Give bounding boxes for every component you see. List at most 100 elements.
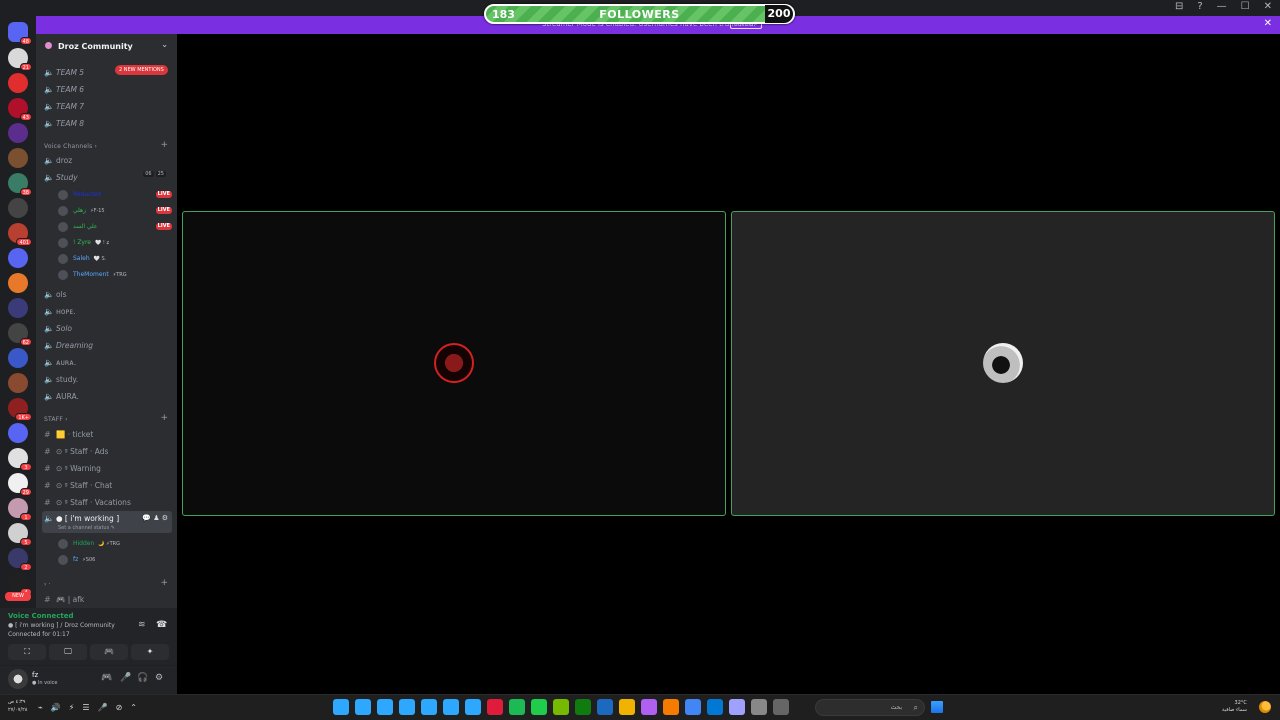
soundboard-button[interactable]: ✦	[131, 644, 169, 660]
server-icon[interactable]: 38	[8, 173, 32, 196]
taskbar-app-icon[interactable]	[751, 699, 767, 715]
taskbar-app-icon[interactable]	[531, 699, 547, 715]
server-icon[interactable]	[8, 298, 28, 318]
close-button[interactable]: ✕	[1264, 1, 1272, 12]
taskbar-app-icon[interactable]	[377, 699, 393, 715]
server-icon[interactable]: 29	[8, 473, 32, 496]
server-icon[interactable]	[8, 423, 28, 443]
add-staff-channel-icon[interactable]: +	[160, 413, 168, 423]
taskbar-app-icon[interactable]	[553, 699, 569, 715]
taskbar-app-icon[interactable]	[509, 699, 525, 715]
taskbar-app-icon[interactable]	[641, 699, 657, 715]
taskbar-app-icon[interactable]	[773, 699, 789, 715]
server-icon[interactable]: 401	[8, 223, 32, 246]
tray-icon[interactable]: ⌁	[38, 703, 43, 712]
voice-channel[interactable]: 🔈 Dreaming	[42, 337, 172, 353]
text-channel[interactable]: # ⊙ ᵍ Staff · Vacations	[42, 494, 172, 510]
channel-study[interactable]: 🔈 Study 06 25	[42, 169, 172, 185]
tray-icon[interactable]: ☰	[82, 703, 89, 712]
server-icon[interactable]	[8, 273, 28, 293]
server-icon[interactable]: 2	[8, 548, 32, 571]
text-channel[interactable]: # 🟨 · ticket	[42, 426, 172, 442]
voice-channel[interactable]: 🔈 ʜᴏᴘᴇ.	[42, 303, 172, 319]
voice-user[interactable]: fz ⚡S06	[58, 552, 172, 567]
voice-connected-title[interactable]: Voice Connected	[8, 612, 74, 620]
activities-button[interactable]: 🎮	[90, 644, 128, 660]
voice-user[interactable]: ! Zyre 🤍 ! ʑ	[58, 235, 172, 250]
server-icon[interactable]: 1K+	[8, 398, 32, 421]
participant-tile[interactable]	[731, 211, 1275, 516]
voice-channel[interactable]: 🔈 study.	[42, 371, 172, 387]
server-icon[interactable]: 5	[8, 523, 32, 546]
taskbar-app-icon[interactable]	[685, 699, 701, 715]
category-voice-channels[interactable]: Voice Channels ›	[44, 143, 97, 150]
server-icon[interactable]: 21	[8, 48, 32, 71]
voice-user[interactable]: زهلي ⚡F-15 LIVE	[58, 203, 172, 218]
taskbar-app-icon[interactable]	[729, 699, 745, 715]
server-icon[interactable]	[8, 73, 28, 93]
maximize-button[interactable]: ☐	[1241, 1, 1250, 12]
avatar[interactable]	[8, 669, 28, 689]
server-icon[interactable]	[8, 123, 28, 143]
screen-share-button[interactable]: 🖵	[49, 644, 87, 660]
taskbar-app-icon[interactable]	[619, 699, 635, 715]
voice-user[interactable]: Saleh 🤍 S.	[58, 251, 172, 266]
participant-tile[interactable]	[182, 211, 726, 516]
voice-channel[interactable]: 🔈 ᴀᴜʀᴀ.	[42, 354, 172, 370]
voice-user[interactable]: TheMoment ⚡TRG	[58, 267, 172, 282]
noise-suppression-icon[interactable]: ≋	[138, 620, 146, 630]
server-icon[interactable]	[8, 373, 28, 393]
taskbar-app-icon[interactable]	[421, 699, 437, 715]
server-icon[interactable]: 3	[8, 448, 32, 471]
category-misc[interactable]: › ·	[44, 581, 51, 588]
server-icon[interactable]	[8, 348, 28, 368]
channel-droz[interactable]: 🔈 droz	[42, 152, 172, 168]
server-icon[interactable]: 43	[8, 98, 32, 121]
game-icon[interactable]: 🎮	[101, 673, 112, 683]
username[interactable]: fz	[32, 671, 38, 679]
server-header[interactable]: Droz Community ⌄	[36, 34, 177, 58]
text-channel[interactable]: # ⊙ ᵍ Warning	[42, 460, 172, 476]
tray-icon[interactable]: ⌃	[130, 703, 137, 712]
add-misc-channel-icon[interactable]: +	[160, 578, 168, 588]
voice-user[interactable]: علي السد LIVE	[58, 219, 172, 234]
server-icon[interactable]: 4	[8, 573, 32, 596]
headphones-icon[interactable]: 🎧	[137, 673, 148, 683]
server-icon[interactable]: 1	[8, 498, 32, 521]
voice-channel[interactable]: 🔈 Solo	[42, 320, 172, 336]
voice-channel[interactable]: 🔈 AURA.	[42, 388, 172, 404]
taskbar-app-icon[interactable]	[575, 699, 591, 715]
start-button[interactable]	[931, 701, 943, 713]
taskbar-app-icon[interactable]	[333, 699, 349, 715]
taskbar-app-icon[interactable]	[399, 699, 415, 715]
taskbar-app-icon[interactable]	[663, 699, 679, 715]
server-icon[interactable]	[8, 248, 28, 268]
set-channel-status[interactable]: Set a channel status ✎	[58, 525, 115, 531]
taskbar-app-icon[interactable]	[487, 699, 503, 715]
help-icon[interactable]: ?	[1197, 1, 1202, 12]
inbox-icon[interactable]: ⊟	[1175, 1, 1183, 12]
weather-widget[interactable]: 32°C سماء صافية	[1222, 700, 1247, 714]
disconnect-icon[interactable]: ☎	[156, 620, 167, 630]
minimize-button[interactable]: —	[1217, 1, 1227, 12]
server-icon[interactable]	[8, 148, 28, 168]
voice-channel-path[interactable]: ● [ i'm working ] / Droz Community	[8, 622, 115, 629]
text-channel[interactable]: # ⊙ ᵍ Staff · Ads	[42, 443, 172, 459]
taskbar-app-icon[interactable]	[707, 699, 723, 715]
new-mentions-badge[interactable]: 2 NEW MENTIONS	[115, 65, 168, 75]
category-staff[interactable]: STAFF ›	[44, 416, 68, 423]
text-channel[interactable]: # ⊙ ᵍ Staff · Chat	[42, 477, 172, 493]
home-button[interactable]: 48	[8, 22, 32, 45]
channel-afk[interactable]: # 🎮 | afk	[42, 591, 172, 607]
channel-team-8[interactable]: 🔈 TEAM 8	[42, 115, 172, 131]
camera-button[interactable]: ⛶	[8, 644, 46, 660]
new-servers-indicator[interactable]: NEW	[5, 592, 31, 601]
taskbar-app-icon[interactable]	[355, 699, 371, 715]
channel-team-7[interactable]: 🔈 TEAM 7	[42, 98, 172, 114]
add-channel-icon[interactable]: +	[160, 140, 168, 150]
taskbar-app-icon[interactable]	[597, 699, 613, 715]
microphone-icon[interactable]: 🎤	[120, 673, 131, 683]
chevron-down-icon[interactable]: ⌄	[161, 40, 168, 49]
voice-user[interactable]: Hidden 🌙 ⚡TRG	[58, 536, 172, 551]
channel-team-6[interactable]: 🔈 TEAM 6	[42, 81, 172, 97]
